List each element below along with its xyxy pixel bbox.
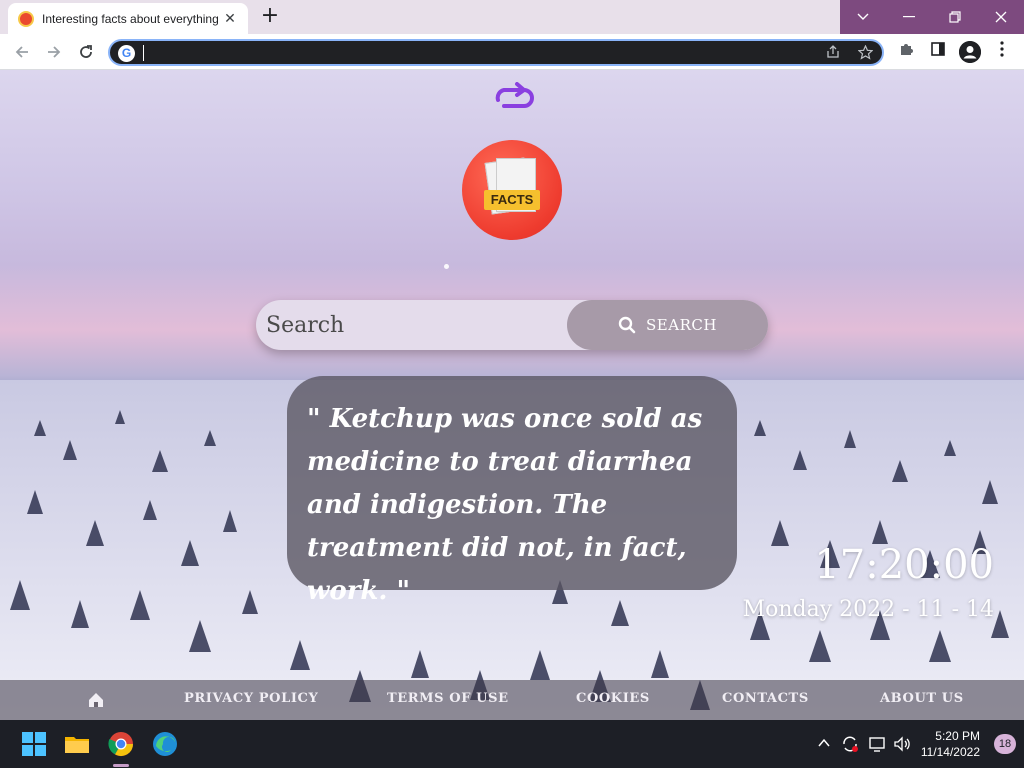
- new-tab-page: FACTS SEARCH " Ketchup was once sold as …: [0, 70, 1024, 720]
- home-icon[interactable]: [86, 690, 106, 710]
- search-input[interactable]: [266, 308, 556, 342]
- side-panel-icon[interactable]: [927, 41, 949, 63]
- edge-icon[interactable]: [151, 730, 179, 758]
- taskbar-date: 11/14/2022: [920, 745, 980, 759]
- kebab-menu-icon[interactable]: [991, 41, 1013, 63]
- reload-icon[interactable]: [74, 40, 98, 64]
- network-icon[interactable]: [868, 734, 888, 754]
- footer-link-privacy-policy[interactable]: PRIVACY POLICY: [184, 691, 318, 706]
- search-button[interactable]: SEARCH: [567, 300, 768, 350]
- browser-toolbar: G: [0, 34, 1024, 70]
- logo-text: FACTS: [484, 190, 540, 210]
- minimize-button[interactable]: [886, 0, 932, 34]
- tab-title: Interesting facts about everything: [42, 11, 218, 26]
- active-app-indicator: [113, 764, 129, 767]
- facts-logo: FACTS: [462, 140, 562, 240]
- file-explorer-icon[interactable]: [63, 730, 91, 758]
- back-arrow-icon[interactable]: [10, 40, 34, 64]
- browser-titlebar: Interesting facts about everything ✕ +: [0, 0, 1024, 34]
- fact-card: " Ketchup was once sold as medicine to t…: [287, 376, 737, 606]
- search-bar: SEARCH: [256, 300, 768, 350]
- taskbar-time: 5:20 PM: [935, 729, 980, 743]
- chrome-icon[interactable]: [107, 730, 135, 758]
- extensions-puzzle-icon[interactable]: [895, 41, 917, 63]
- tab-close-icon[interactable]: ✕: [222, 11, 238, 27]
- notification-badge[interactable]: 18: [994, 734, 1016, 754]
- forward-arrow-icon[interactable]: [42, 40, 66, 64]
- change-background-icon[interactable]: [490, 82, 534, 112]
- sync-update-icon[interactable]: [840, 734, 860, 754]
- volume-icon[interactable]: [892, 734, 912, 754]
- restore-button[interactable]: [932, 0, 978, 34]
- tab-favicon-icon: [18, 10, 34, 27]
- share-icon[interactable]: [824, 45, 842, 63]
- show-hidden-icons-chevron-icon[interactable]: [817, 737, 831, 749]
- profile-avatar-icon[interactable]: [959, 41, 981, 63]
- search-button-label: SEARCH: [646, 316, 717, 334]
- window-controls: [840, 0, 1024, 34]
- search-icon: [618, 316, 636, 334]
- footer-link-terms-of-use[interactable]: TERMS OF USE: [387, 691, 509, 706]
- bookmark-star-icon[interactable]: [856, 44, 874, 63]
- new-tab-button[interactable]: +: [258, 5, 282, 29]
- windows-start-icon[interactable]: [20, 730, 48, 758]
- windows-taskbar: 5:20 PM 11/14/2022 18: [0, 720, 1024, 768]
- browser-tab-active[interactable]: Interesting facts about everything ✕: [8, 3, 248, 34]
- footer-link-contacts[interactable]: CONTACTS: [722, 691, 809, 706]
- clock-time: 17:20:00: [814, 542, 994, 588]
- footer-link-about-us[interactable]: ABOUT US: [880, 691, 964, 706]
- clock-date: Monday 2022 - 11 - 14: [742, 597, 994, 622]
- address-input[interactable]: [142, 43, 782, 63]
- background-dot: [444, 264, 449, 269]
- taskbar-clock[interactable]: 5:20 PM 11/14/2022: [921, 728, 980, 760]
- tab-search-dropdown-icon[interactable]: [840, 0, 886, 34]
- address-bar[interactable]: G: [108, 39, 884, 66]
- footer-bar: PRIVACY POLICY TERMS OF USE COOKIES CONT…: [0, 680, 1024, 720]
- text-caret: [143, 45, 144, 61]
- google-icon: G: [118, 45, 135, 62]
- fact-text: " Ketchup was once sold as medicine to t…: [307, 404, 703, 606]
- close-window-button[interactable]: [978, 0, 1024, 34]
- footer-link-cookies[interactable]: COOKIES: [576, 691, 650, 706]
